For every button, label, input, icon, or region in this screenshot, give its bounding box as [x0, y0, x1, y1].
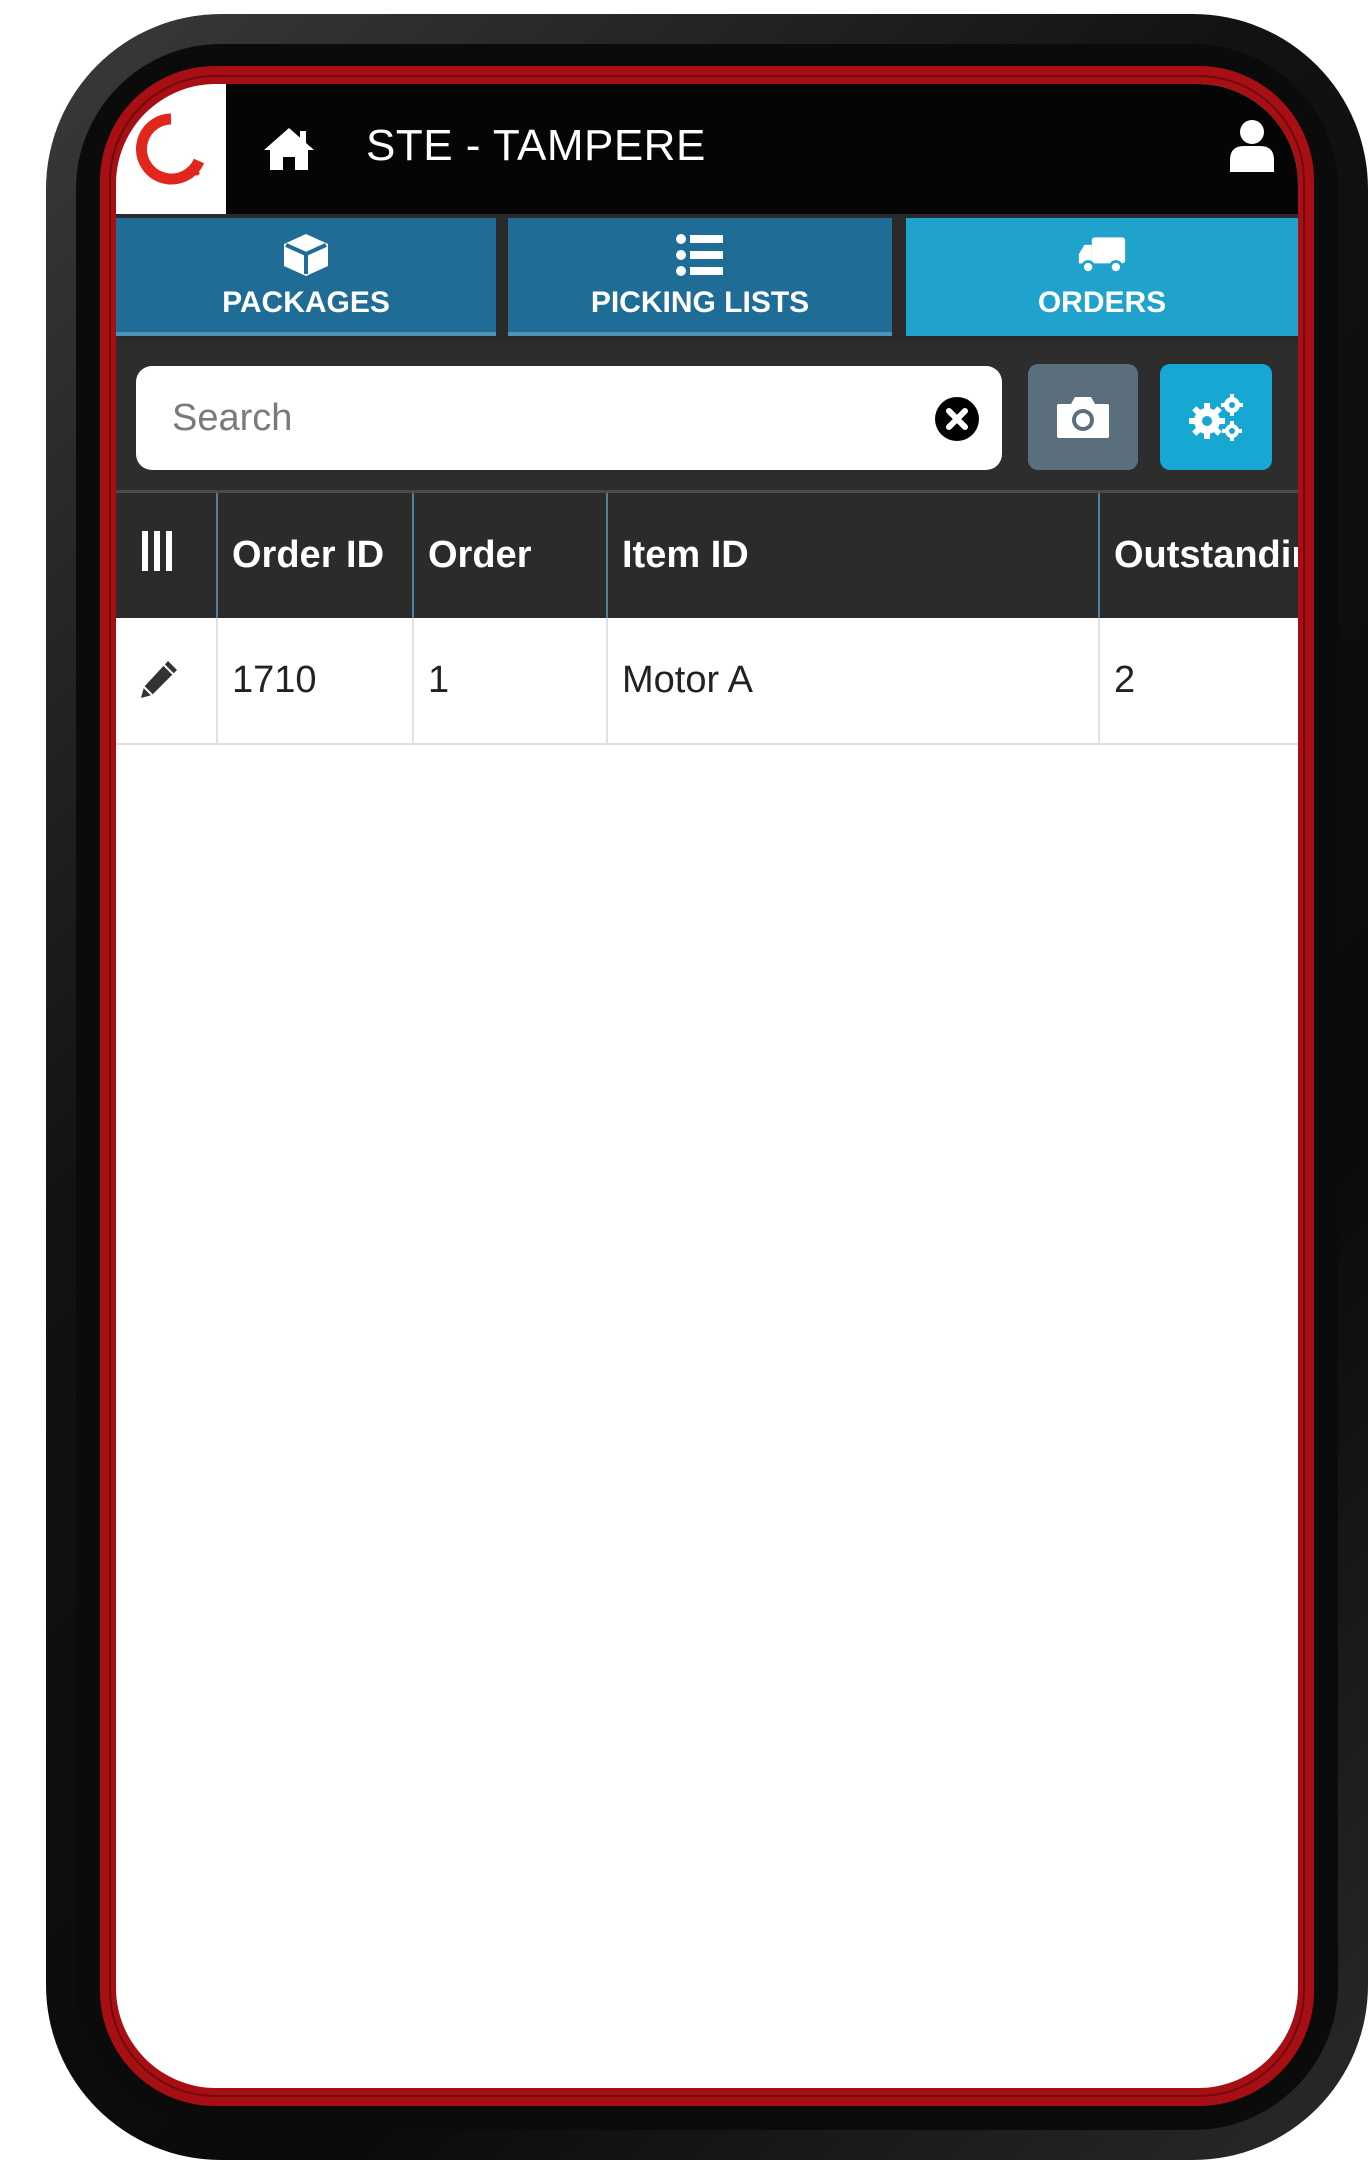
search-input[interactable] [170, 386, 910, 450]
cell-outstanding: 2 [1098, 618, 1298, 743]
tab-label: PICKING LISTS [590, 286, 810, 319]
table-row[interactable]: 1710 1 Motor A 2 [116, 618, 1298, 745]
column-header-outstanding[interactable]: Outstanding [1098, 493, 1298, 618]
settings-button[interactable] [1160, 364, 1272, 470]
page-title: STE - TAMPERE [366, 121, 706, 170]
column-chooser[interactable] [116, 493, 216, 618]
cogs-icon [1189, 394, 1243, 441]
table-header: Order ID Order Item ID Outstanding [116, 490, 1298, 618]
tab-picking-lists[interactable]: PICKING LISTS [508, 218, 892, 336]
clear-circle-icon[interactable] [934, 396, 980, 442]
truck-icon [1078, 237, 1126, 274]
home-icon[interactable] [262, 126, 316, 172]
camera-button[interactable] [1028, 364, 1138, 470]
column-header-order[interactable]: Order [412, 493, 606, 618]
search-bar [116, 342, 1298, 490]
tab-label: ORDERS [1037, 286, 1167, 319]
columns-icon [142, 531, 172, 571]
list-icon [676, 234, 723, 276]
cell-order-id: 1710 [216, 618, 412, 743]
tab-packages[interactable]: PACKAGES [116, 218, 496, 336]
app-screen: STE - TAMPERE PACKAGES PICKING LISTS ORD… [116, 84, 1298, 2088]
logo[interactable] [116, 84, 226, 214]
cell-item-id: Motor A [606, 618, 1098, 743]
box-icon [284, 234, 328, 276]
pencil-icon [141, 661, 177, 698]
spinner-logo-icon [136, 113, 205, 185]
search-box [136, 366, 1002, 470]
camera-icon [1057, 397, 1109, 438]
cell-order: 1 [412, 618, 606, 743]
tab-bar: PACKAGES PICKING LISTS ORDERS [116, 214, 1298, 342]
tab-orders[interactable]: ORDERS [906, 218, 1298, 336]
user-icon[interactable] [1228, 118, 1276, 172]
column-header-order-id[interactable]: Order ID [216, 493, 412, 618]
app-header: STE - TAMPERE [116, 84, 1298, 214]
tab-label: PACKAGES [222, 286, 390, 319]
edit-cell[interactable] [116, 618, 216, 743]
column-header-item-id[interactable]: Item ID [606, 493, 1098, 618]
